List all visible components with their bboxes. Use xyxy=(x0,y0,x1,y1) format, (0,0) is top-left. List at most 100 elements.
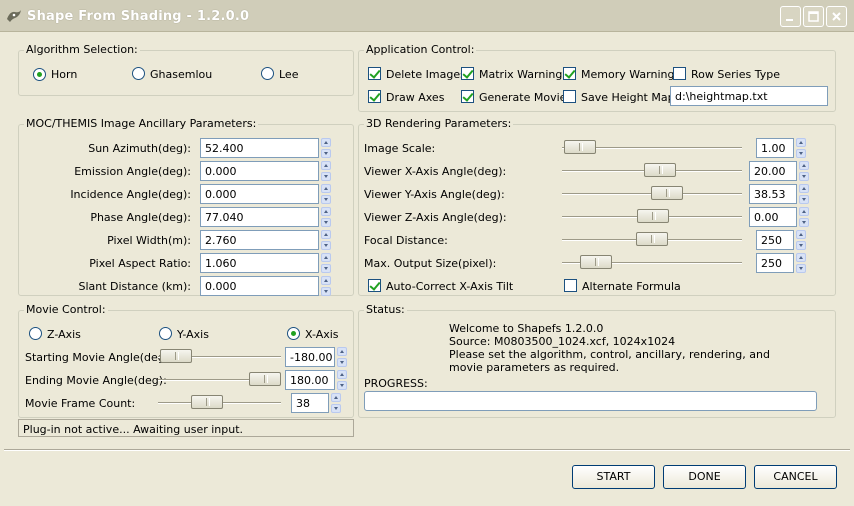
emission-angle-field[interactable]: 0.000 xyxy=(200,161,319,181)
phase-angle-field[interactable]: 77.040 xyxy=(200,207,319,227)
auto-correct-label[interactable]: Auto-Correct X-Axis Tilt xyxy=(386,280,513,293)
viewer-x-axis-spinner[interactable] xyxy=(799,161,809,181)
minimize-button[interactable] xyxy=(780,6,801,27)
close-button[interactable] xyxy=(826,6,847,27)
ending-movie-angle-slider[interactable] xyxy=(249,372,281,386)
starting-movie-angle-field[interactable]: -180.00 xyxy=(285,347,335,367)
starting-movie-angle-slider[interactable] xyxy=(160,349,192,363)
height-map-path-field[interactable]: d:\heightmap.txt xyxy=(670,86,828,106)
alternate-formula-label[interactable]: Alternate Formula xyxy=(582,280,681,293)
maximize-icon xyxy=(808,11,819,22)
ending-movie-angle-spinner[interactable] xyxy=(337,370,347,390)
pixel-width-spinner[interactable] xyxy=(321,230,331,250)
start-button[interactable]: START xyxy=(572,465,655,489)
movie-frame-count-slider[interactable] xyxy=(191,395,223,409)
viewer-y-axis-label: Viewer Y-Axis Angle(deg): xyxy=(364,188,505,201)
image-scale-slider[interactable] xyxy=(564,140,596,154)
max-output-size-slider[interactable] xyxy=(580,255,612,269)
rendering-parameters-group: 3D Rendering Parameters: Image Scale: 1.… xyxy=(358,117,836,296)
memory-warnings-label[interactable]: Memory Warnings xyxy=(581,68,680,81)
viewer-y-axis-field[interactable]: 38.53 xyxy=(749,184,797,204)
viewer-x-axis-label: Viewer X-Axis Angle(deg): xyxy=(364,165,507,178)
pixel-aspect-ratio-label: Pixel Aspect Ratio: xyxy=(89,257,191,270)
slant-distance-field[interactable]: 0.000 xyxy=(200,276,319,296)
done-button[interactable]: DONE xyxy=(663,465,746,489)
generate-movie-checkbox[interactable] xyxy=(461,90,474,103)
maximize-button[interactable] xyxy=(803,6,824,27)
delete-images-label[interactable]: Delete Images xyxy=(386,68,466,81)
lee-label[interactable]: Lee xyxy=(279,68,298,81)
status-message-line: Welcome to Shapefs 1.2.0.0 xyxy=(449,322,604,335)
memory-warnings-checkbox[interactable] xyxy=(563,67,576,80)
row-series-type-checkbox[interactable] xyxy=(673,67,686,80)
emission-angle-spinner[interactable] xyxy=(321,161,331,181)
y-axis-radio[interactable] xyxy=(159,327,172,340)
delete-images-checkbox[interactable] xyxy=(368,67,381,80)
x-axis-label[interactable]: X-Axis xyxy=(305,328,339,341)
save-height-map-checkbox[interactable] xyxy=(563,90,576,103)
sun-azimuth-spinner[interactable] xyxy=(321,138,331,158)
divider xyxy=(4,449,850,451)
x-axis-radio[interactable] xyxy=(287,327,300,340)
status-message-line: Source: M0803500_1024.xcf, 1024x1024 xyxy=(449,335,676,348)
pixel-aspect-ratio-spinner[interactable] xyxy=(321,253,331,273)
viewer-y-axis-slider[interactable] xyxy=(651,186,683,200)
horn-label[interactable]: Horn xyxy=(51,68,77,81)
slant-distance-spinner[interactable] xyxy=(321,276,331,296)
focal-distance-field[interactable]: 250 xyxy=(756,230,794,250)
draw-axes-label[interactable]: Draw Axes xyxy=(386,91,444,104)
save-height-map-label[interactable]: Save Height Map xyxy=(581,91,675,104)
draw-axes-checkbox[interactable] xyxy=(368,90,381,103)
movie-frame-count-field[interactable]: 38 xyxy=(291,393,329,413)
viewer-x-axis-field[interactable]: 20.00 xyxy=(749,161,797,181)
ending-movie-angle-field[interactable]: 180.00 xyxy=(285,370,335,390)
dialog-body: Algorithm Selection: Horn Ghasemlou Lee … xyxy=(4,32,850,502)
title-bar[interactable]: Shape From Shading - 1.2.0.0 xyxy=(0,0,854,32)
viewer-x-axis-slider[interactable] xyxy=(644,163,676,177)
image-scale-label: Image Scale: xyxy=(364,142,436,155)
focal-distance-spinner[interactable] xyxy=(796,230,806,250)
horn-radio[interactable] xyxy=(33,68,46,81)
y-axis-label[interactable]: Y-Axis xyxy=(177,328,209,341)
application-control-legend: Application Control: xyxy=(364,43,477,56)
max-output-size-field[interactable]: 250 xyxy=(756,253,794,273)
window-title: Shape From Shading - 1.2.0.0 xyxy=(27,9,250,24)
viewer-z-axis-spinner[interactable] xyxy=(799,207,809,227)
rendering-parameters-legend: 3D Rendering Parameters: xyxy=(364,117,514,130)
starting-movie-angle-spinner[interactable] xyxy=(337,347,347,367)
lee-radio[interactable] xyxy=(261,67,274,80)
matrix-warnings-label[interactable]: Matrix Warnings xyxy=(479,68,568,81)
generate-movie-label[interactable]: Generate Movie xyxy=(479,91,566,104)
alternate-formula-checkbox[interactable] xyxy=(564,279,577,292)
status-group: Status: Welcome to Shapefs 1.2.0.0 Sourc… xyxy=(358,303,836,418)
ancillary-parameters-legend: MOC/THEMIS Image Ancillary Parameters: xyxy=(24,117,259,130)
z-axis-label[interactable]: Z-Axis xyxy=(47,328,81,341)
incidence-angle-field[interactable]: 0.000 xyxy=(200,184,319,204)
max-output-size-spinner[interactable] xyxy=(796,253,806,273)
z-axis-radio[interactable] xyxy=(29,327,42,340)
viewer-z-axis-field[interactable]: 0.00 xyxy=(749,207,797,227)
max-output-size-label: Max. Output Size(pixel): xyxy=(364,257,497,270)
pixel-width-field[interactable]: 2.760 xyxy=(200,230,319,250)
ghasemlou-label[interactable]: Ghasemlou xyxy=(150,68,212,81)
matrix-warnings-checkbox[interactable] xyxy=(461,67,474,80)
gimp-icon xyxy=(7,10,21,22)
phase-angle-spinner[interactable] xyxy=(321,207,331,227)
auto-correct-checkbox[interactable] xyxy=(368,279,381,292)
viewer-z-axis-slider[interactable] xyxy=(637,209,669,223)
row-series-type-label[interactable]: Row Series Type xyxy=(691,68,780,81)
ghasemlou-radio[interactable] xyxy=(132,67,145,80)
image-scale-field[interactable]: 1.00 xyxy=(756,138,794,158)
progress-bar xyxy=(364,391,817,411)
sun-azimuth-label: Sun Azimuth(deg): xyxy=(88,142,191,155)
incidence-angle-spinner[interactable] xyxy=(321,184,331,204)
viewer-y-axis-spinner[interactable] xyxy=(799,184,809,204)
pixel-aspect-ratio-field[interactable]: 1.060 xyxy=(200,253,319,273)
image-scale-spinner[interactable] xyxy=(796,138,806,158)
movie-frame-count-spinner[interactable] xyxy=(331,393,341,413)
sun-azimuth-field[interactable]: 52.400 xyxy=(200,138,319,158)
status-legend: Status: xyxy=(364,303,407,316)
status-message-line: Please set the algorithm, control, ancil… xyxy=(449,348,770,361)
cancel-button[interactable]: CANCEL xyxy=(754,465,837,489)
focal-distance-slider[interactable] xyxy=(636,232,668,246)
